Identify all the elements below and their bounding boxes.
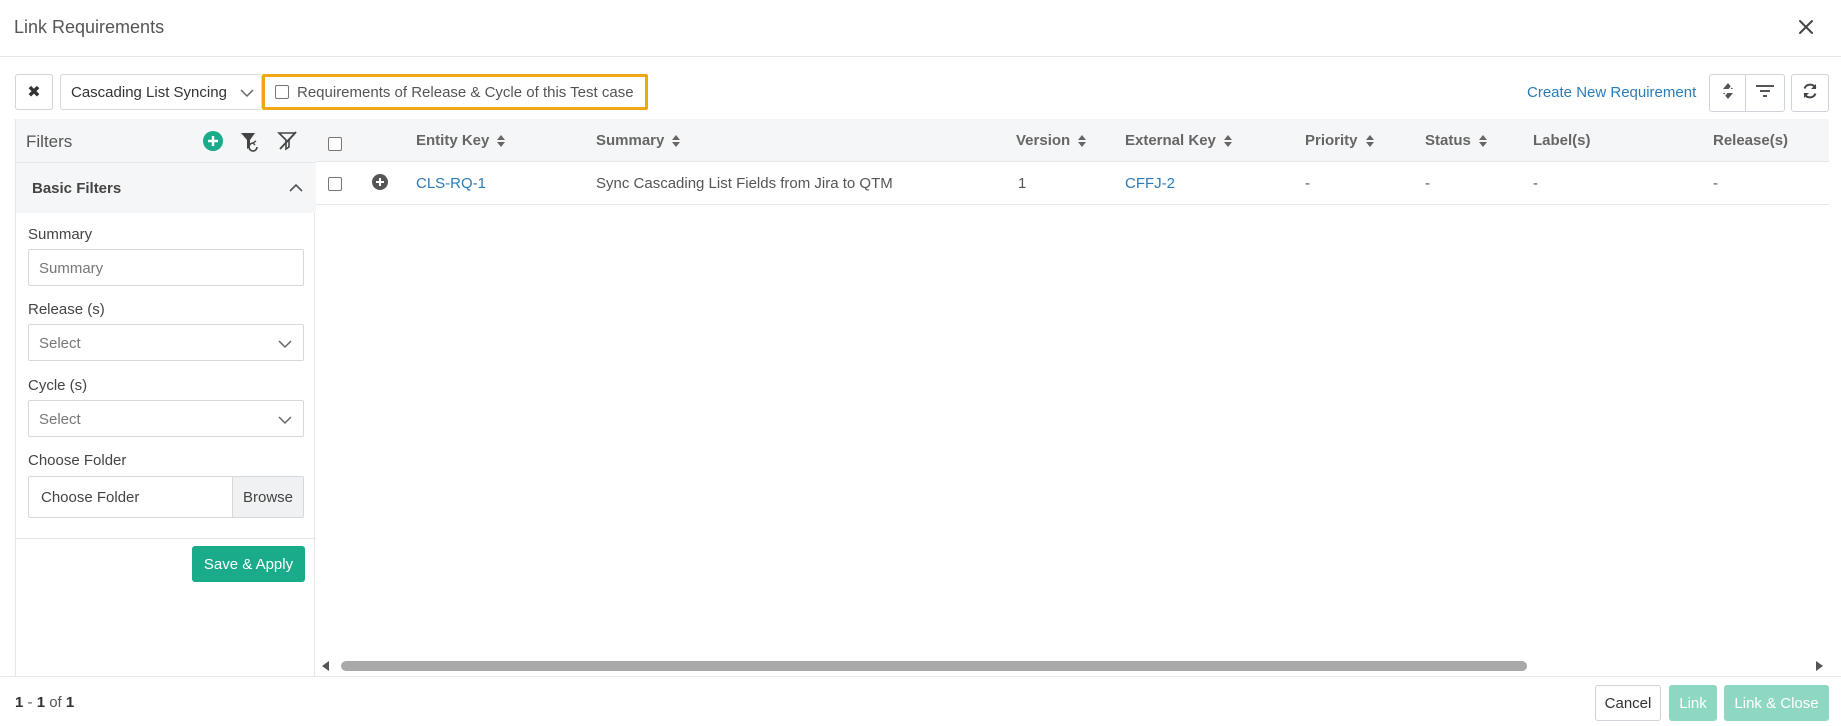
column-header-releases[interactable]: Release(s) — [1713, 132, 1788, 149]
filters-header: Filters — [16, 119, 316, 163]
scroll-left-icon[interactable] — [320, 659, 330, 676]
refresh-button[interactable] — [1791, 74, 1829, 112]
sort-icon — [1223, 134, 1232, 147]
project-select[interactable]: Cascading List Syncing — [60, 74, 262, 110]
column-label: Priority — [1305, 132, 1358, 149]
column-header-entity-key[interactable]: Entity Key — [416, 132, 506, 149]
release-select[interactable]: Select — [28, 324, 304, 361]
save-apply-button[interactable]: Save & Apply — [192, 546, 305, 582]
scroll-right-icon[interactable] — [1815, 659, 1825, 676]
labels-cell: - — [1533, 175, 1538, 192]
dialog-footer: 1 - 1 of 1 Cancel Link Link & Close — [0, 676, 1841, 726]
release-cycle-checkbox-label: Requirements of Release & Cycle of this … — [297, 83, 634, 101]
create-new-requirement-link[interactable]: Create New Requirement — [1527, 84, 1696, 101]
table-row[interactable]: CLS-RQ-1 Sync Cascading List Fields from… — [316, 162, 1829, 205]
select-all-checkbox[interactable] — [328, 137, 342, 151]
close-icon[interactable] — [1793, 14, 1819, 40]
cycle-placeholder: Select — [39, 411, 81, 428]
basic-filters-title: Basic Filters — [32, 180, 122, 197]
summary-placeholder: Summary — [39, 260, 104, 277]
sort-icon — [497, 134, 506, 147]
sort-button[interactable] — [1709, 74, 1746, 112]
chevron-up-icon — [288, 181, 304, 198]
column-header-labels[interactable]: Label(s) — [1533, 132, 1591, 149]
dialog-title: Link Requirements — [14, 17, 165, 37]
divider — [16, 538, 316, 539]
dialog-header: Link Requirements — [0, 0, 1841, 57]
version-cell: 1 — [1018, 175, 1027, 192]
release-cycle-filter-toggle[interactable]: Requirements of Release & Cycle of this … — [262, 74, 648, 110]
basic-filters-section[interactable]: Basic Filters — [16, 163, 316, 213]
filters-sidebar: Filters Basic Filters Summary Summary Re… — [15, 119, 316, 676]
column-label: Version — [1016, 132, 1071, 149]
summary-input[interactable]: Summary — [28, 249, 304, 286]
entity-key-link[interactable]: CLS-RQ-1 — [416, 175, 486, 192]
total-count: 1 — [65, 694, 75, 711]
column-label: Summary — [596, 132, 665, 149]
column-label: Entity Key — [416, 132, 490, 149]
release-placeholder: Select — [39, 335, 81, 352]
pagination-info: 1 - 1 of 1 — [15, 694, 75, 711]
releases-cell: - — [1713, 175, 1718, 192]
summary-label: Summary — [28, 226, 93, 243]
column-header-status[interactable]: Status — [1425, 132, 1488, 149]
summary-cell: Sync Cascading List Fields from Jira to … — [596, 175, 893, 192]
link-close-button[interactable]: Link & Close — [1724, 685, 1829, 721]
column-label: Release(s) — [1713, 132, 1789, 149]
filters-title: Filters — [26, 132, 73, 151]
cycle-select[interactable]: Select — [28, 400, 304, 437]
scrollbar-thumb[interactable] — [341, 661, 1527, 671]
cancel-button[interactable]: Cancel — [1595, 685, 1661, 721]
column-label: External Key — [1125, 132, 1216, 149]
horizontal-scrollbar[interactable] — [316, 656, 1829, 674]
close-icon: ✖ — [27, 84, 41, 101]
browse-button[interactable]: Browse — [232, 477, 303, 517]
of-text: of — [49, 694, 62, 711]
range-end: 1 — [36, 694, 46, 711]
expand-row-icon[interactable] — [371, 173, 389, 195]
row-checkbox[interactable] — [328, 177, 342, 191]
status-cell: - — [1425, 175, 1430, 192]
sort-icon — [1365, 134, 1374, 147]
sort-icon — [1078, 134, 1087, 147]
project-select-value: Cascading List Syncing — [71, 84, 227, 101]
range-start: 1 — [15, 694, 24, 711]
choose-folder-label: Choose Folder — [28, 452, 127, 469]
toolbar: ✖ Cascading List Syncing Requirements of… — [0, 57, 1841, 117]
chevron-down-icon — [239, 86, 255, 103]
column-label: Label(s) — [1533, 132, 1591, 149]
column-header-version[interactable]: Version — [1016, 132, 1087, 149]
add-filter-icon[interactable] — [202, 130, 224, 152]
requirements-grid: Entity Key Summary Version External Key … — [316, 119, 1829, 676]
link-button[interactable]: Link — [1669, 685, 1717, 721]
sort-icon — [672, 134, 681, 147]
sort-icon — [1478, 134, 1487, 147]
grid-header: Entity Key Summary Version External Key … — [316, 119, 1829, 162]
clear-button[interactable]: ✖ — [15, 74, 53, 110]
priority-cell: - — [1305, 175, 1310, 192]
column-header-summary[interactable]: Summary — [596, 132, 681, 149]
column-header-external-key[interactable]: External Key — [1125, 132, 1233, 149]
sort-icon — [1720, 81, 1736, 105]
release-label: Release (s) — [28, 301, 105, 318]
external-key-link[interactable]: CFFJ-2 — [1125, 175, 1175, 192]
column-header-priority[interactable]: Priority — [1305, 132, 1375, 149]
chevron-down-icon — [277, 337, 293, 354]
refresh-icon — [1801, 82, 1819, 104]
column-label: Status — [1425, 132, 1471, 149]
choose-folder-field[interactable]: Choose Folder Browse — [28, 476, 304, 518]
filter-lines-icon — [1755, 83, 1775, 103]
reset-filter-icon[interactable] — [239, 130, 261, 152]
clear-filter-icon[interactable] — [277, 130, 299, 152]
cycle-label: Cycle (s) — [28, 377, 88, 394]
choose-folder-value: Choose Folder — [41, 489, 140, 506]
chevron-down-icon — [277, 413, 293, 430]
column-filter-button[interactable] — [1745, 74, 1785, 112]
release-cycle-checkbox[interactable] — [275, 85, 289, 99]
